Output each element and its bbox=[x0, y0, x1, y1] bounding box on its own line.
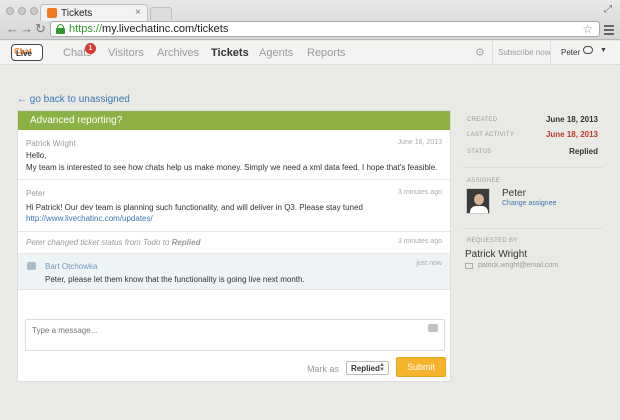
ticket-card: Advanced reporting? Patrick Wright June … bbox=[17, 110, 451, 382]
header-divider bbox=[550, 41, 551, 65]
livechat-favicon-icon bbox=[47, 8, 57, 18]
change-assignee-link[interactable]: Change assignee bbox=[502, 200, 557, 207]
status-change-value: Replied bbox=[171, 238, 201, 247]
browser-tab-tickets[interactable]: Tickets × bbox=[40, 4, 148, 21]
app-header: Live Chat Chats 1 Visitors Archives Ticke… bbox=[0, 41, 620, 65]
message-time: June 18, 2013 bbox=[397, 139, 442, 146]
bookmark-star-icon[interactable]: ☆ bbox=[582, 22, 593, 36]
header-divider bbox=[492, 41, 493, 65]
nav-visitors[interactable]: Visitors bbox=[108, 47, 144, 59]
browser-menu-icon[interactable] bbox=[604, 25, 614, 37]
assignee-label: Assignee bbox=[467, 178, 501, 184]
nav-agents[interactable]: Agents bbox=[259, 47, 293, 59]
back-to-unassigned-link[interactable]: ← go back to unassigned bbox=[17, 94, 130, 105]
assignee-avatar bbox=[466, 188, 490, 214]
status-value: Replied bbox=[569, 147, 598, 156]
settings-gear-icon[interactable]: ⚙ bbox=[475, 46, 485, 59]
window-controls bbox=[6, 6, 42, 18]
reload-icon[interactable]: ↻ bbox=[35, 21, 46, 37]
status-select[interactable]: Replied ▲ ▼ bbox=[346, 361, 389, 375]
message-patrick: Patrick Wright June 18, 2013 Hello, My t… bbox=[18, 130, 450, 180]
chats-count-badge: 1 bbox=[85, 43, 96, 54]
message-time: just now bbox=[416, 260, 442, 267]
message-peter: Peter 3 minutes ago Hi Patrick! Our dev … bbox=[18, 180, 450, 232]
browser-chrome: Tickets × ⤢ ← → ↻ https://my.livechatinc… bbox=[0, 0, 620, 40]
nav-reports[interactable]: Reports bbox=[307, 47, 346, 59]
tab-close-icon[interactable]: × bbox=[135, 7, 141, 18]
last-activity-label: Last activity bbox=[467, 132, 515, 138]
last-activity-value: June 18, 2013 bbox=[545, 130, 598, 139]
created-value: June 18, 2013 bbox=[545, 115, 598, 124]
updates-link[interactable]: http://www.livechatinc.com/updates/ bbox=[26, 214, 153, 223]
mark-as-label: Mark as bbox=[307, 364, 340, 374]
message-line: My team is interested to see how chats h… bbox=[26, 163, 438, 172]
url-scheme: https:// bbox=[69, 23, 103, 35]
fullscreen-icon[interactable]: ⤢ bbox=[604, 4, 612, 15]
livechat-logo[interactable]: Live Chat bbox=[11, 44, 43, 61]
assignee-name: Peter bbox=[502, 188, 526, 199]
message-line: Hello, bbox=[26, 151, 47, 160]
status-change-text: Peter changed ticket status from Todo to… bbox=[26, 238, 200, 247]
minimize-window-dot[interactable] bbox=[18, 7, 26, 15]
requester-name: Patrick Wright bbox=[465, 249, 528, 260]
logo-live-text: Live bbox=[16, 49, 33, 58]
requested-by-label: Requested by bbox=[467, 238, 518, 244]
submit-button[interactable]: Submit bbox=[396, 357, 446, 377]
message-line: Hi Patrick! Our dev team is planning suc… bbox=[26, 203, 363, 212]
agent-robot-icon bbox=[27, 262, 36, 270]
close-window-dot[interactable] bbox=[6, 7, 14, 15]
canned-response-icon[interactable] bbox=[428, 324, 438, 332]
lock-icon bbox=[56, 24, 65, 34]
url-path: my.livechatinc.com/tickets bbox=[102, 23, 229, 35]
sidebar-divider bbox=[463, 167, 603, 168]
status-label: Status bbox=[467, 149, 492, 155]
select-arrows-icon: ▲ ▼ bbox=[379, 362, 385, 373]
nav-archives[interactable]: Archives bbox=[157, 47, 199, 59]
message-input[interactable] bbox=[32, 324, 412, 336]
message-author: Peter bbox=[26, 189, 46, 198]
message-composer bbox=[25, 319, 445, 351]
requester-email[interactable]: patrick.wright@email.com bbox=[478, 262, 558, 269]
event-time: 3 minutes ago bbox=[398, 238, 442, 245]
created-label: Created bbox=[467, 117, 498, 123]
browser-toolbar: ← → ↻ https://my.livechatinc.com/tickets… bbox=[0, 20, 620, 40]
message-time: 3 minutes ago bbox=[398, 189, 442, 196]
address-bar[interactable]: https://my.livechatinc.com/tickets ☆ bbox=[50, 21, 600, 37]
mail-icon bbox=[465, 263, 473, 269]
tab-strip: Tickets × ⤢ bbox=[0, 0, 620, 21]
tab-title: Tickets bbox=[61, 8, 93, 19]
message-bart: Bart Otchowka just now Peter, please let… bbox=[18, 254, 450, 290]
current-user-name[interactable]: Peter bbox=[561, 48, 580, 57]
back-arrow-icon[interactable]: ← bbox=[6, 21, 19, 36]
ticket-title: Advanced reporting? bbox=[18, 111, 450, 130]
message-line: Peter, please let them know that the fun… bbox=[45, 275, 305, 284]
forward-arrow-icon[interactable]: → bbox=[20, 21, 33, 36]
sidebar-divider bbox=[463, 228, 603, 229]
zoom-window-dot[interactable] bbox=[30, 7, 38, 15]
nav-tickets[interactable]: Tickets bbox=[211, 47, 249, 59]
message-author: Bart Otchowka bbox=[45, 262, 98, 271]
chat-bubble-icon[interactable] bbox=[583, 46, 593, 54]
message-author: Patrick Wright bbox=[26, 139, 76, 148]
status-change-sentence: Peter changed ticket status from Todo to bbox=[26, 238, 172, 247]
status-select-value: Replied bbox=[351, 364, 380, 373]
chevron-down-icon[interactable]: ▼ bbox=[600, 47, 607, 54]
address-url: https://my.livechatinc.com/tickets bbox=[69, 23, 228, 35]
status-change-event: Peter changed ticket status from Todo to… bbox=[18, 232, 450, 254]
new-tab-button[interactable] bbox=[150, 7, 172, 20]
subscribe-now-link[interactable]: Subscribe now bbox=[498, 48, 550, 57]
